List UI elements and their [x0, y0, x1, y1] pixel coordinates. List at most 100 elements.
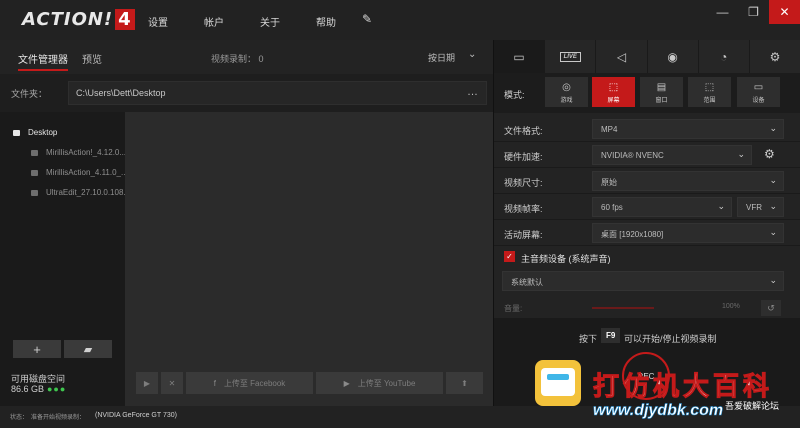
region-icon: ⬚ — [704, 82, 715, 93]
menu-account[interactable]: 帐户 — [204, 14, 224, 29]
screen-label: 活动屏幕: — [504, 230, 543, 240]
hw-label: 硬件加速: — [504, 152, 543, 162]
disk-status-dots: ●●● — [47, 384, 67, 394]
facebook-icon: f — [213, 378, 216, 388]
mode-row: 模式: ◎ 游戏 ⬚ 屏幕 ▤ 窗口 ⬚ 范围 ▭ 设备 — [494, 73, 800, 113]
browse-folder-button[interactable]: … — [467, 86, 478, 98]
hint-action: 可以开始/停止视频录制 — [624, 334, 717, 344]
fps-label: 视频帧率: — [504, 204, 543, 214]
fps-select[interactable]: 60 fps ⌄ — [592, 197, 732, 217]
upload-youtube-button[interactable]: ▶ 上传至 YouTube — [316, 372, 443, 394]
tab-video-recording[interactable]: ▭ — [494, 40, 546, 73]
menu-help[interactable]: 帮助 — [316, 14, 336, 29]
tree-item-desktop[interactable]: Desktop — [13, 128, 57, 137]
hint-press: 按下 — [579, 334, 598, 344]
pen-icon[interactable]: ✎ — [362, 12, 372, 26]
window-icon: ▤ — [656, 82, 667, 93]
tree-item[interactable]: UltraEdit_27.10.0.108... — [31, 188, 130, 197]
hw-settings-gear-icon[interactable]: ⚙ — [764, 147, 775, 161]
watermark-url: www.djydbk.com — [593, 402, 724, 420]
folder-path-field[interactable]: C:\Users\Dett\Desktop … — [68, 81, 487, 105]
mode-window-button[interactable]: ▤ 窗口 — [640, 77, 683, 107]
recording-count: 视频录制： 0 — [211, 54, 264, 64]
live-icon: LIVE — [559, 51, 581, 62]
minimize-button[interactable]: — — [707, 0, 738, 24]
chevron-down-icon: ⌄ — [717, 201, 725, 211]
screen-select[interactable]: 桌面 [1920x1080] ⌄ — [592, 223, 784, 243]
watermark-title: 打仿机大百科 — [592, 372, 774, 403]
audio-device-select[interactable]: 系统默认 ⌄ — [502, 271, 784, 291]
play-button[interactable]: ▶ — [136, 372, 158, 394]
chevron-down-icon[interactable]: ⌄ — [468, 49, 476, 60]
close-button[interactable]: ✕ — [769, 0, 800, 24]
folder-path-text: C:\Users\Dett\Desktop — [76, 88, 166, 98]
watermark-sub: 吾爱破解论坛 — [725, 401, 780, 411]
volume-value: 100% — [722, 303, 740, 310]
size-label: 视频尺寸: — [504, 178, 543, 188]
setting-row-screen: 活动屏幕: 桌面 [1920x1080] ⌄ — [494, 220, 800, 246]
upload-button[interactable]: ⬆ — [446, 372, 483, 394]
chevron-down-icon: ⌄ — [769, 227, 777, 237]
title-bar: ACTION! 4 设置 帐户 关于 帮助 ✎ — ❐ ✕ — [0, 0, 800, 40]
volume-slider[interactable] — [592, 307, 654, 309]
format-select[interactable]: MP4 ⌄ — [592, 119, 784, 139]
format-label: 文件格式: — [504, 126, 543, 136]
mode-game-button[interactable]: ◎ 游戏 — [545, 77, 588, 107]
add-folder-button[interactable]: + — [13, 340, 61, 358]
menu-about[interactable]: 关于 — [260, 14, 280, 29]
stopwatch-icon: ◔ — [720, 49, 728, 64]
tree-item[interactable]: MirillisAction!_4.12.0... — [31, 148, 126, 157]
delete-button[interactable]: ✕ — [161, 372, 183, 394]
mode-device-button[interactable]: ▭ 设备 — [737, 77, 780, 107]
upload-facebook-label: 上传至 Facebook — [223, 378, 286, 388]
sort-dropdown[interactable]: 按日期 — [428, 51, 455, 64]
menu-settings[interactable]: 设置 — [148, 14, 168, 29]
setting-row-fps: 视频帧率: 60 fps ⌄ VFR ⌄ — [494, 194, 800, 220]
audio-device-header: ✓ 主音频设备 (系统声音) — [494, 246, 800, 268]
size-select[interactable]: 原始 ⌄ — [592, 171, 784, 191]
hotkey-badge: F9 — [601, 328, 621, 343]
folder-icon — [31, 189, 38, 196]
status-text: 状态： 准备开始视频录制： — [10, 415, 86, 421]
upload-youtube-label: 上传至 YouTube — [357, 378, 416, 388]
folder-tree: Desktop MirillisAction!_4.12.0... Mirill… — [0, 112, 130, 406]
folder-icon — [31, 169, 38, 176]
upload-facebook-button[interactable]: f 上传至 Facebook — [186, 372, 313, 394]
film-icon: ▭ — [513, 49, 525, 64]
volume-label: 音量: — [504, 304, 523, 313]
speaker-icon: ◁ — [616, 49, 627, 64]
restore-button[interactable]: ❐ — [738, 0, 769, 24]
tab-preview[interactable]: 预览 — [82, 51, 102, 66]
tab-settings[interactable]: ⚙ — [749, 40, 800, 73]
tab-file-manager[interactable]: 文件管理器 — [18, 51, 68, 71]
app-logo: ACTION! 4 — [22, 9, 135, 30]
fps-mode-select[interactable]: VFR ⌄ — [737, 197, 784, 217]
tab-audio[interactable]: ◁ — [596, 40, 648, 73]
watermark: 打仿机大百科 www.djydbk.com 吾爱破解论坛 — [535, 360, 800, 428]
chevron-down-icon: ⌄ — [769, 123, 777, 133]
folder-row: 文件夹： C:\Users\Dett\Desktop … — [0, 74, 493, 112]
file-manager-panel: 文件管理器 预览 视频录制： 0 按日期 ⌄ 文件夹： C:\Users\Det… — [0, 40, 493, 406]
tab-screenshot[interactable]: ◉ — [647, 40, 699, 73]
window-controls: — ❐ ✕ — [707, 0, 800, 24]
setting-row-size: 视频尺寸: 原始 ⌄ — [494, 168, 800, 194]
open-folder-button[interactable]: ▰ — [64, 340, 112, 358]
mode-region-button[interactable]: ⬚ 范围 — [688, 77, 731, 107]
setting-row-hw: 硬件加速: NVIDIA® NVENC ⌄ ⚙ — [494, 142, 800, 168]
mode-label: 模式: — [504, 90, 525, 100]
chevron-down-icon: ⌄ — [769, 201, 777, 211]
folder-icon — [13, 129, 20, 136]
audio-enable-checkbox[interactable]: ✓ — [504, 251, 515, 262]
chevron-down-icon: ⌄ — [769, 175, 777, 185]
gear-icon: ⚙ — [769, 49, 781, 64]
preview-area — [125, 112, 493, 406]
hw-accel-select[interactable]: NVIDIA® NVENC ⌄ — [592, 145, 752, 165]
tab-live[interactable]: LIVE — [545, 40, 597, 73]
tab-timer[interactable]: ◔ — [698, 40, 750, 73]
screen-icon: ⬚ — [608, 82, 619, 93]
mode-screen-button[interactable]: ⬚ 屏幕 — [592, 77, 635, 107]
volume-reset-button[interactable]: ↺ — [761, 300, 781, 316]
settings-tabs: ▭ LIVE ◁ ◉ ◔ ⚙ — [494, 40, 800, 73]
tree-item[interactable]: MirillisAction_4.11.0_... — [31, 168, 128, 177]
camera-icon: ◉ — [667, 49, 678, 64]
